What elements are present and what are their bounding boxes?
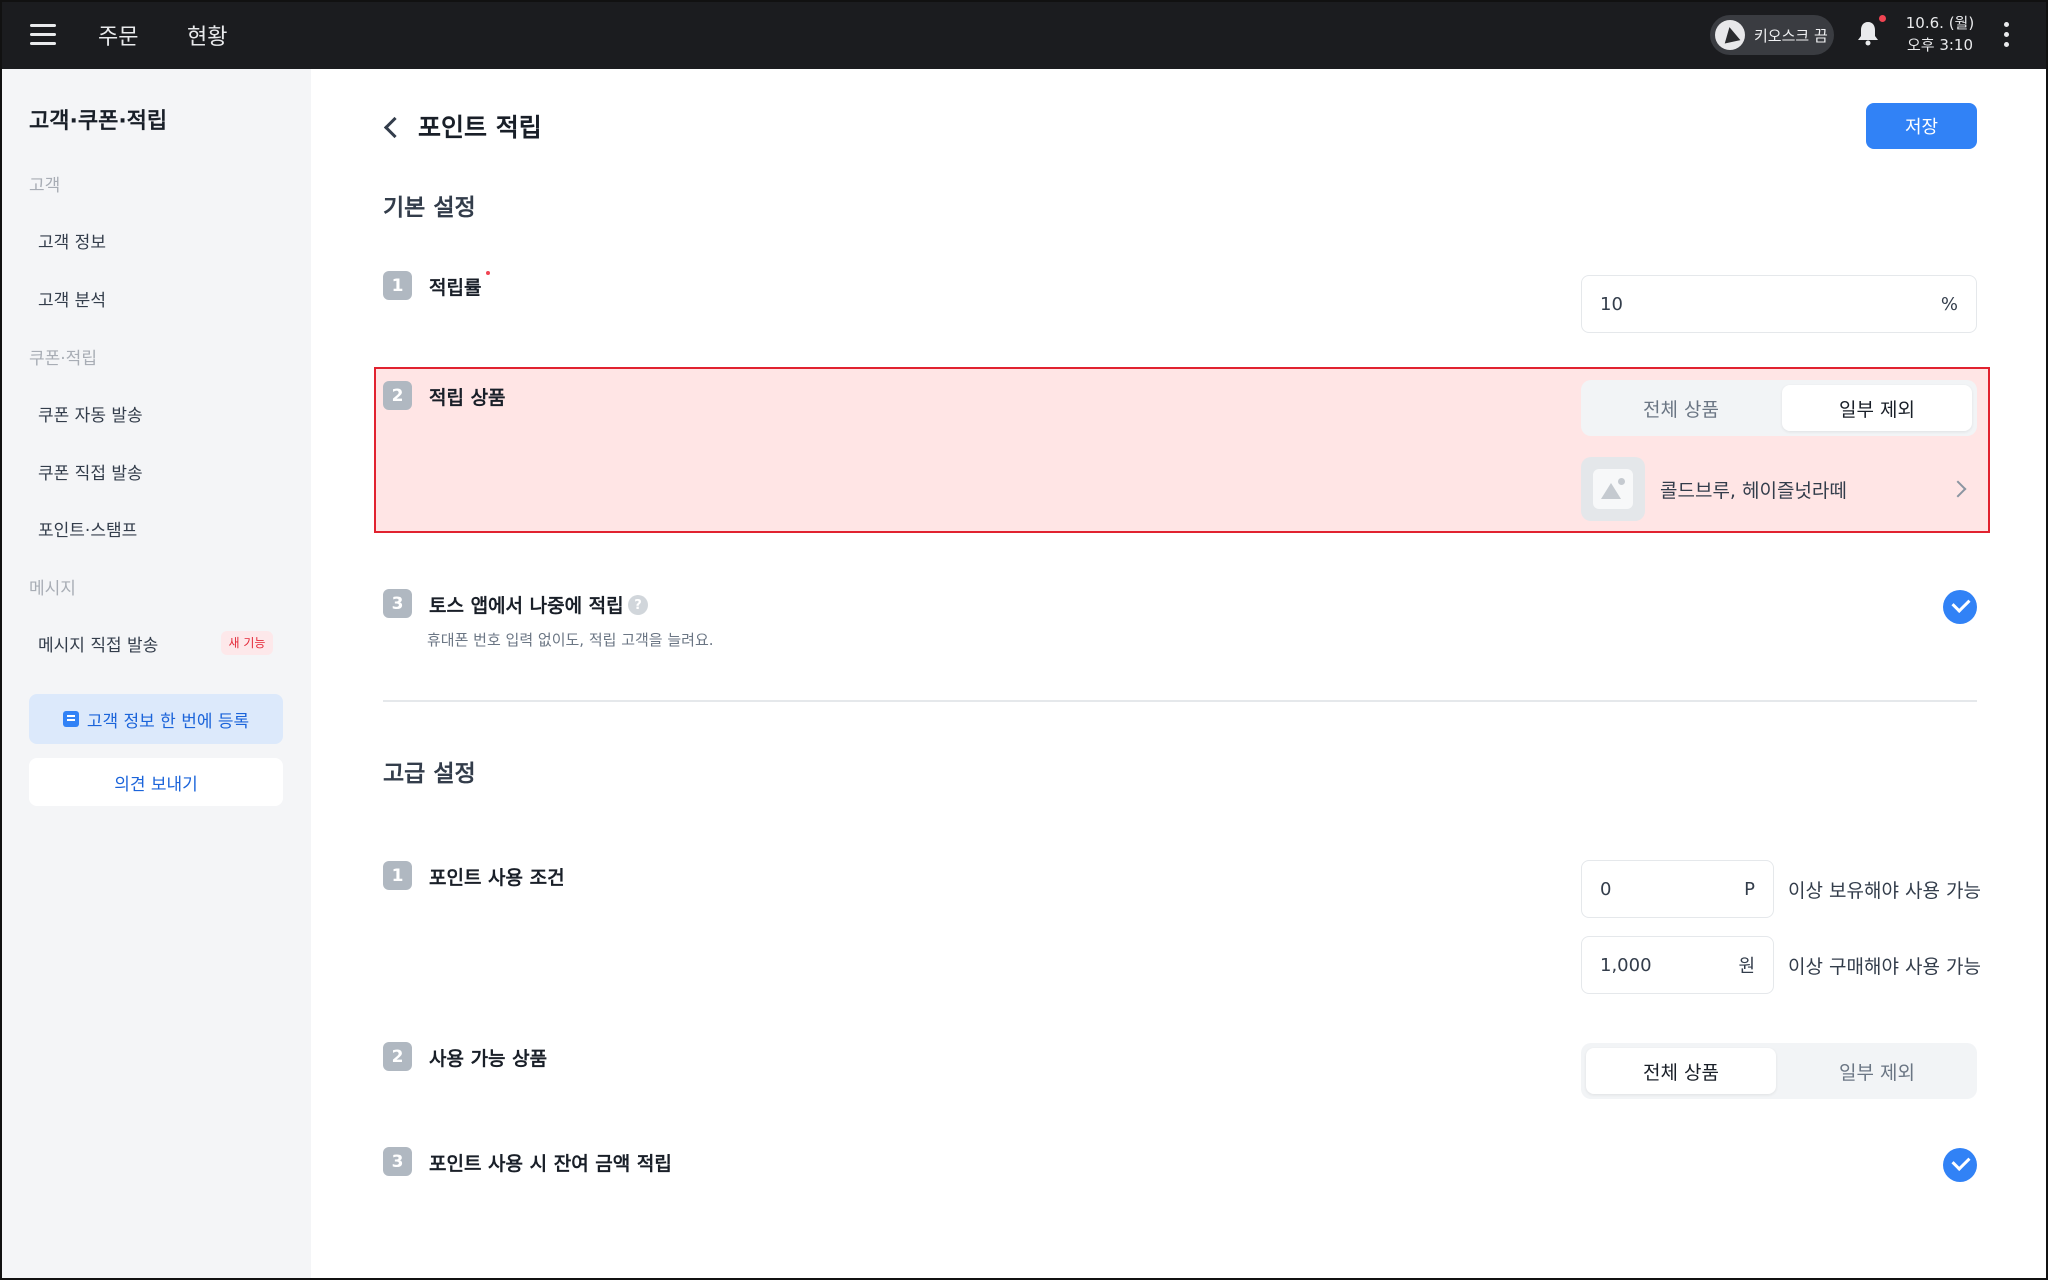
rate-input[interactable]: 10 % <box>1581 275 1977 333</box>
earn-products-segmented-control: 전체 상품 일부 제외 <box>1581 380 1977 436</box>
earn-products-option-all[interactable]: 전체 상품 <box>1586 385 1776 431</box>
help-icon[interactable]: ? <box>628 595 648 615</box>
sidebar-item-message-direct[interactable]: 메시지 직접 발송 <box>38 631 158 656</box>
step-number-badge: 1 <box>383 271 412 300</box>
image-placeholder-icon <box>1581 457 1645 521</box>
min-purchase-text: 이상 구매해야 사용 가능 <box>1788 956 1981 978</box>
step-number-badge: 3 <box>383 589 412 618</box>
required-dot <box>486 271 490 275</box>
register-customers-label: 고객 정보 한 번에 등록 <box>86 711 250 732</box>
time-text: 오후 3:10 <box>1906 36 1974 54</box>
rate-value: 10 <box>1600 293 1623 315</box>
date-text: 10.6. (월) <box>1905 14 1975 32</box>
min-points-text: 이상 보유해야 사용 가능 <box>1788 880 1981 902</box>
feedback-button[interactable]: 의견 보내기 <box>29 758 283 806</box>
basic-settings-title: 기본 설정 <box>383 195 476 221</box>
remainder-earn-checkbox[interactable] <box>1943 1148 1977 1182</box>
earn-products-option-exclude[interactable]: 일부 제외 <box>1782 385 1972 431</box>
register-icon <box>62 711 79 727</box>
min-purchase-input[interactable]: 1,000 원 <box>1581 936 1774 994</box>
rate-unit: % <box>1940 293 1958 315</box>
step-number-badge: 2 <box>383 1042 412 1071</box>
kiosk-label: 키오스크 끔 <box>1754 26 1828 45</box>
usable-products-option-all[interactable]: 전체 상품 <box>1586 1048 1776 1094</box>
sidebar-section-message: 메시지 <box>29 579 76 599</box>
advanced-settings-title: 고급 설정 <box>383 761 476 787</box>
sidebar-item-point-stamp[interactable]: 포인트·스탬프 <box>38 516 137 541</box>
save-button[interactable]: 저장 <box>1866 103 1977 149</box>
point-use-condition-label: 포인트 사용 조건 <box>429 867 565 889</box>
sidebar-item-coupon-auto[interactable]: 쿠폰 자동 발송 <box>38 401 143 426</box>
sidebar-item-coupon-direct[interactable]: 쿠폰 직접 발송 <box>38 459 143 484</box>
excluded-products-row[interactable]: 콜드브루, 헤이즐넛라떼 <box>1581 457 1977 521</box>
toss-later-label: 토스 앱에서 나중에 적립 <box>429 595 624 617</box>
earn-products-label: 적립 상품 <box>429 387 506 409</box>
sidebar-title: 고객·쿠폰·적립 <box>29 109 168 134</box>
register-customers-button[interactable]: 고객 정보 한 번에 등록 <box>29 694 283 744</box>
toss-later-checkbox[interactable] <box>1943 590 1977 624</box>
nav-order[interactable]: 주문 <box>98 19 138 51</box>
top-bar: 주문 현황 키오스크 끔 10.6. (월) 오후 3:10 <box>0 0 2048 69</box>
kiosk-toggle[interactable]: 키오스크 끔 <box>1710 15 1834 55</box>
notification-dot <box>1879 15 1886 22</box>
min-purchase-unit: 원 <box>1738 956 1755 977</box>
min-points-input[interactable]: 0 P <box>1581 860 1774 918</box>
min-points-value: 0 <box>1600 878 1612 900</box>
new-feature-badge: 새 기능 <box>221 631 273 655</box>
sidebar-item-customer-analysis[interactable]: 고객 분석 <box>38 286 106 311</box>
toss-later-description: 휴대폰 번호 입력 없이도, 적립 고객을 늘려요. <box>427 631 714 649</box>
sidebar-section-coupon: 쿠폰·적립 <box>29 349 97 369</box>
back-chevron-icon[interactable] <box>381 113 401 141</box>
usable-products-option-exclude[interactable]: 일부 제외 <box>1782 1048 1972 1094</box>
min-points-unit: P <box>1744 878 1755 900</box>
page-title: 포인트 적립 <box>418 113 542 142</box>
step-number-badge: 2 <box>383 381 412 410</box>
usable-products-label: 사용 가능 상품 <box>429 1048 548 1070</box>
menu-icon[interactable] <box>30 24 56 45</box>
sidebar: 고객·쿠폰·적립 고객 고객 정보 고객 분석 쿠폰·적립 쿠폰 자동 발송 쿠… <box>0 69 311 1280</box>
step-number-badge: 1 <box>383 861 412 890</box>
remainder-earn-label: 포인트 사용 시 잔여 금액 적립 <box>429 1153 672 1175</box>
sidebar-item-customer-info[interactable]: 고객 정보 <box>38 228 106 253</box>
usable-products-segmented-control: 전체 상품 일부 제외 <box>1581 1043 1977 1099</box>
sidebar-section-customer: 고객 <box>29 176 61 196</box>
excluded-products-text: 콜드브루, 헤이즐넛라떼 <box>1660 480 1847 502</box>
more-icon[interactable] <box>2004 22 2010 48</box>
kiosk-icon <box>1715 20 1745 50</box>
rate-label: 적립률 <box>429 277 482 299</box>
step-number-badge: 3 <box>383 1147 412 1176</box>
datetime: 10.6. (월) 오후 3:10 <box>1905 12 1975 56</box>
bell-icon[interactable] <box>1856 15 1886 46</box>
min-purchase-value: 1,000 <box>1600 954 1652 976</box>
nav-status[interactable]: 현황 <box>187 19 227 51</box>
divider <box>383 700 1977 702</box>
